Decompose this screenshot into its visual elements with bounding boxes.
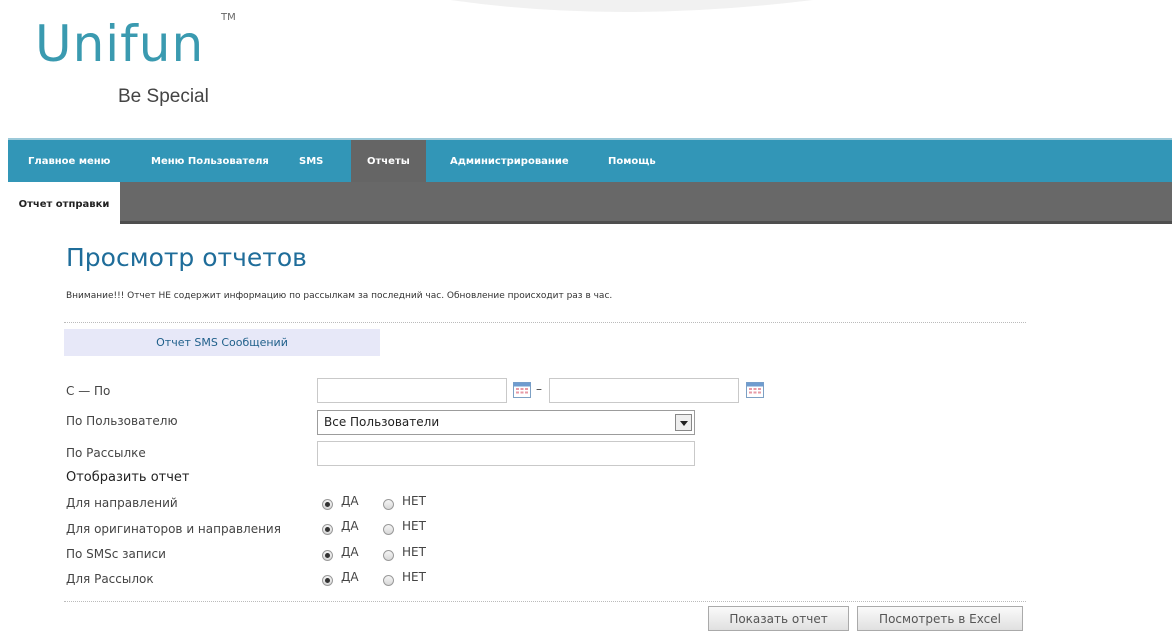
- section-title: Отчет SMS Сообщений: [64, 329, 380, 356]
- radio-no-label: НЕТ: [402, 494, 426, 508]
- option-label: Для направлений: [66, 496, 178, 510]
- logo-wordmark: Unifun: [35, 15, 205, 73]
- user-select[interactable]: Все Пользователи: [317, 410, 695, 435]
- radio-yes-label: ДА: [341, 570, 359, 584]
- option-label: По SMSc записи: [66, 547, 166, 561]
- radio-no-label: НЕТ: [402, 545, 426, 559]
- notice-text: Внимание!!! Отчет НЕ содержит информацию…: [66, 291, 613, 301]
- date-to-input[interactable]: [549, 378, 739, 403]
- mailing-input[interactable]: [317, 441, 695, 466]
- nav-reports[interactable]: Отчеты: [351, 140, 426, 182]
- divider: [64, 601, 1026, 602]
- date-separator: –: [536, 382, 542, 396]
- radio-yes-label: ДА: [341, 494, 359, 508]
- radio-yes[interactable]: [322, 499, 333, 510]
- option-label: Для Рассылок: [66, 572, 154, 586]
- calendar-icon[interactable]: [746, 382, 764, 398]
- radio-no[interactable]: [383, 524, 394, 535]
- show-report-button[interactable]: Показать отчет: [708, 606, 849, 631]
- mailing-filter-label: По Рассылке: [66, 446, 146, 460]
- nav-main-menu[interactable]: Главное меню: [28, 140, 110, 182]
- display-report-heading: Отобразить отчет: [66, 470, 190, 485]
- view-excel-button[interactable]: Посмотреть в Excel: [857, 606, 1023, 631]
- nav-administration[interactable]: Администрирование: [450, 140, 569, 182]
- user-filter-label: По Пользователю: [66, 414, 178, 428]
- tab-send-report[interactable]: Отчет отправки: [8, 182, 120, 224]
- page-title: Просмотр отчетов: [66, 243, 307, 272]
- date-range-label: С — По: [66, 384, 111, 398]
- radio-no[interactable]: [383, 550, 394, 561]
- radio-yes-label: ДА: [341, 545, 359, 559]
- nav-sms[interactable]: SMS: [299, 140, 323, 182]
- nav-user-menu[interactable]: Меню Пользователя: [151, 140, 269, 182]
- logo-tagline: Be Special: [118, 86, 209, 107]
- radio-yes[interactable]: [322, 524, 333, 535]
- radio-no-label: НЕТ: [402, 519, 426, 533]
- chevron-down-icon[interactable]: [675, 414, 692, 431]
- option-label: Для оригинаторов и направления: [66, 522, 281, 536]
- radio-yes[interactable]: [322, 575, 333, 586]
- radio-no[interactable]: [383, 575, 394, 586]
- logo: Unifun TM Be Special: [35, 8, 275, 118]
- calendar-icon[interactable]: [513, 382, 531, 398]
- radio-no-label: НЕТ: [402, 570, 426, 584]
- user-select-value: Все Пользователи: [324, 415, 440, 429]
- radio-yes[interactable]: [322, 550, 333, 561]
- sub-nav: Отчет отправки: [8, 182, 1172, 224]
- radio-yes-label: ДА: [341, 519, 359, 533]
- nav-help[interactable]: Помощь: [608, 140, 656, 182]
- main-nav: Главное меню Меню Пользователя SMS Отчет…: [8, 138, 1172, 182]
- radio-no[interactable]: [383, 499, 394, 510]
- divider: [64, 322, 1026, 323]
- date-from-input[interactable]: [317, 378, 507, 403]
- logo-trademark: TM: [221, 12, 236, 23]
